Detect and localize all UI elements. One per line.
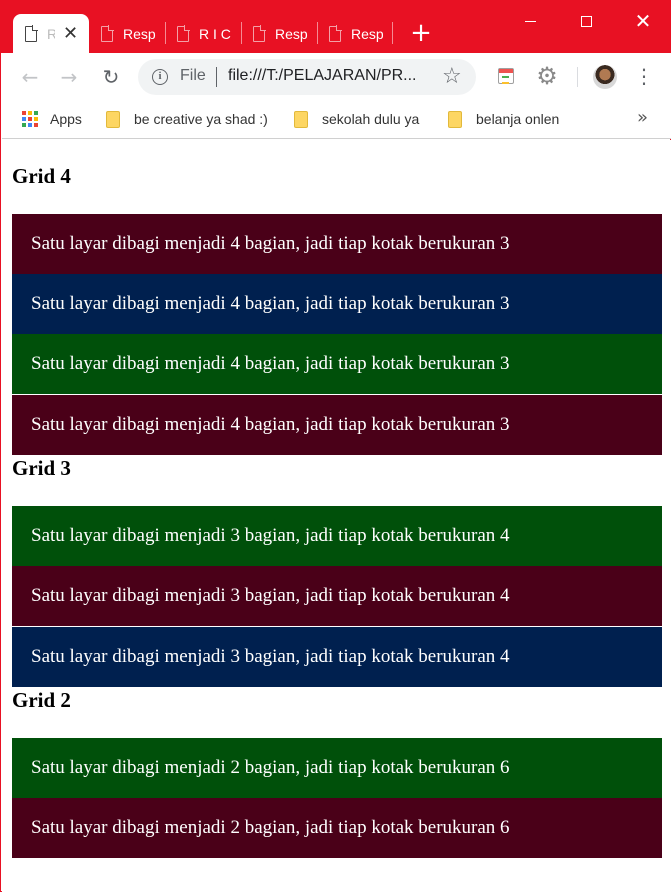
tab-active[interactable]: R ✕ bbox=[13, 14, 89, 53]
document-icon bbox=[101, 24, 114, 42]
apps-grid-icon bbox=[22, 111, 38, 127]
tab-title: Resp bbox=[123, 25, 156, 42]
forward-arrow-icon[interactable]: → bbox=[54, 62, 84, 92]
bookmark-label: Apps bbox=[50, 111, 82, 127]
grid-box: Satu layar dibagi menjadi 3 bagian, jadi… bbox=[12, 566, 662, 626]
tab-title: R I C bbox=[199, 25, 231, 42]
chevron-right-icon[interactable]: » bbox=[637, 107, 648, 128]
bookmark-label: sekolah dulu ya bbox=[322, 111, 420, 127]
tab-title: R bbox=[47, 25, 55, 42]
folder-icon bbox=[448, 110, 462, 128]
tab-separator bbox=[241, 22, 242, 44]
tab-strip: R ✕ Resp R I C Resp Resp + ✕ bbox=[1, 1, 671, 53]
bookmark-folder[interactable]: belanja onlen bbox=[448, 109, 559, 129]
url-scheme-label: File bbox=[180, 67, 206, 84]
tab[interactable]: R I C bbox=[177, 14, 233, 53]
page-content: Grid 4 Satu layar dibagi menjadi 4 bagia… bbox=[2, 140, 671, 892]
folder-icon bbox=[106, 110, 120, 128]
tab-separator bbox=[165, 22, 166, 44]
grid-box: Satu layar dibagi menjadi 4 bagian, jadi… bbox=[12, 395, 662, 455]
back-arrow-icon[interactable]: ← bbox=[15, 62, 45, 92]
star-icon[interactable]: ☆ bbox=[442, 64, 462, 89]
tab-title: Resp bbox=[275, 25, 308, 42]
bookmarks-bar: Apps be creative ya shad :) sekolah dulu… bbox=[2, 101, 671, 139]
browser-window: R ✕ Resp R I C Resp Resp + ✕ ← → ↻ i Fil… bbox=[0, 0, 671, 892]
plus-icon[interactable]: + bbox=[408, 20, 434, 46]
address-bar[interactable]: i File file:///T:/PELAJARAN/PR... ☆ bbox=[138, 59, 476, 95]
calendar-extension-icon[interactable] bbox=[498, 68, 514, 84]
tab-title: Resp bbox=[351, 25, 383, 42]
document-icon bbox=[253, 24, 266, 42]
close-icon[interactable]: ✕ bbox=[615, 1, 671, 41]
url-text[interactable]: file:///T:/PELAJARAN/PR... bbox=[228, 67, 417, 85]
bookmark-apps[interactable]: Apps bbox=[22, 109, 82, 129]
tab[interactable]: Resp bbox=[329, 14, 383, 53]
minimize-icon[interactable] bbox=[502, 1, 558, 41]
info-icon[interactable]: i bbox=[152, 69, 168, 85]
document-icon bbox=[329, 24, 342, 42]
toolbar: ← → ↻ i File file:///T:/PELAJARAN/PR... … bbox=[2, 53, 671, 101]
folder-icon bbox=[294, 110, 308, 128]
document-icon bbox=[177, 24, 190, 42]
tab-separator bbox=[392, 22, 393, 44]
grid-box: Satu layar dibagi menjadi 4 bagian, jadi… bbox=[12, 274, 662, 334]
reload-icon[interactable]: ↻ bbox=[96, 62, 126, 92]
tab-separator bbox=[317, 22, 318, 44]
section-heading: Grid 3 bbox=[12, 456, 71, 480]
tab[interactable]: Resp bbox=[253, 14, 309, 53]
avatar[interactable] bbox=[593, 65, 617, 89]
document-icon bbox=[25, 24, 38, 42]
grid-box: Satu layar dibagi menjadi 3 bagian, jadi… bbox=[12, 506, 662, 566]
grid-box: Satu layar dibagi menjadi 4 bagian, jadi… bbox=[12, 214, 662, 274]
grid-box: Satu layar dibagi menjadi 4 bagian, jadi… bbox=[12, 334, 662, 394]
grid-box: Satu layar dibagi menjadi 2 bagian, jadi… bbox=[12, 738, 662, 798]
menu-icon[interactable]: ⋮ bbox=[634, 63, 654, 89]
gear-icon[interactable]: ⚙ bbox=[535, 64, 559, 88]
tab[interactable]: Resp bbox=[101, 14, 157, 53]
bookmark-label: be creative ya shad :) bbox=[134, 111, 268, 127]
tab-close-icon[interactable]: ✕ bbox=[63, 23, 78, 44]
section-heading: Grid 2 bbox=[12, 688, 71, 712]
maximize-icon[interactable] bbox=[558, 1, 614, 41]
bookmark-folder[interactable]: sekolah dulu ya bbox=[294, 109, 419, 129]
toolbar-divider bbox=[577, 67, 578, 87]
url-divider bbox=[216, 67, 217, 87]
bookmark-folder[interactable]: be creative ya shad :) bbox=[106, 109, 268, 129]
grid-box: Satu layar dibagi menjadi 3 bagian, jadi… bbox=[12, 627, 662, 687]
grid-box: Satu layar dibagi menjadi 2 bagian, jadi… bbox=[12, 798, 662, 858]
bookmark-label: belanja onlen bbox=[476, 111, 560, 127]
section-heading: Grid 4 bbox=[12, 164, 71, 188]
